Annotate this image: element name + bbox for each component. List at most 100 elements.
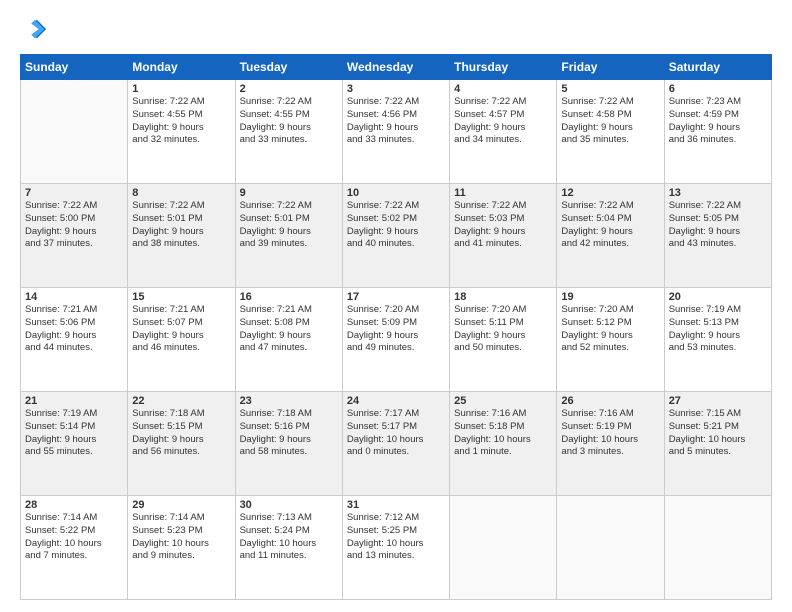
day-info: Sunrise: 7:22 AM Sunset: 5:04 PM Dayligh… xyxy=(561,200,659,251)
day-info: Sunrise: 7:22 AM Sunset: 4:57 PM Dayligh… xyxy=(454,96,552,147)
day-info: Sunrise: 7:21 AM Sunset: 5:08 PM Dayligh… xyxy=(240,304,338,355)
day-number: 12 xyxy=(561,187,659,199)
day-info: Sunrise: 7:21 AM Sunset: 5:06 PM Dayligh… xyxy=(25,304,123,355)
header xyxy=(20,16,772,44)
day-number: 8 xyxy=(132,187,230,199)
day-info: Sunrise: 7:22 AM Sunset: 5:03 PM Dayligh… xyxy=(454,200,552,251)
day-number: 30 xyxy=(240,499,338,511)
calendar-cell: 26Sunrise: 7:16 AM Sunset: 5:19 PM Dayli… xyxy=(557,392,664,496)
calendar-cell: 14Sunrise: 7:21 AM Sunset: 5:06 PM Dayli… xyxy=(21,288,128,392)
calendar-cell: 3Sunrise: 7:22 AM Sunset: 4:56 PM Daylig… xyxy=(342,80,449,184)
calendar-cell: 15Sunrise: 7:21 AM Sunset: 5:07 PM Dayli… xyxy=(128,288,235,392)
calendar-header-cell: Monday xyxy=(128,55,235,80)
calendar-cell: 23Sunrise: 7:18 AM Sunset: 5:16 PM Dayli… xyxy=(235,392,342,496)
calendar-cell xyxy=(450,496,557,600)
day-info: Sunrise: 7:14 AM Sunset: 5:23 PM Dayligh… xyxy=(132,512,230,563)
day-info: Sunrise: 7:22 AM Sunset: 5:01 PM Dayligh… xyxy=(132,200,230,251)
calendar-cell: 17Sunrise: 7:20 AM Sunset: 5:09 PM Dayli… xyxy=(342,288,449,392)
calendar-cell: 20Sunrise: 7:19 AM Sunset: 5:13 PM Dayli… xyxy=(664,288,771,392)
calendar-cell: 4Sunrise: 7:22 AM Sunset: 4:57 PM Daylig… xyxy=(450,80,557,184)
day-info: Sunrise: 7:14 AM Sunset: 5:22 PM Dayligh… xyxy=(25,512,123,563)
day-number: 26 xyxy=(561,395,659,407)
day-info: Sunrise: 7:18 AM Sunset: 5:15 PM Dayligh… xyxy=(132,408,230,459)
calendar-cell: 2Sunrise: 7:22 AM Sunset: 4:55 PM Daylig… xyxy=(235,80,342,184)
calendar-cell: 16Sunrise: 7:21 AM Sunset: 5:08 PM Dayli… xyxy=(235,288,342,392)
day-info: Sunrise: 7:16 AM Sunset: 5:19 PM Dayligh… xyxy=(561,408,659,459)
calendar-cell: 1Sunrise: 7:22 AM Sunset: 4:55 PM Daylig… xyxy=(128,80,235,184)
calendar-header-cell: Thursday xyxy=(450,55,557,80)
page: SundayMondayTuesdayWednesdayThursdayFrid… xyxy=(0,0,792,612)
day-number: 19 xyxy=(561,291,659,303)
calendar-header-cell: Wednesday xyxy=(342,55,449,80)
calendar-table: SundayMondayTuesdayWednesdayThursdayFrid… xyxy=(20,54,772,600)
day-number: 28 xyxy=(25,499,123,511)
day-info: Sunrise: 7:22 AM Sunset: 5:02 PM Dayligh… xyxy=(347,200,445,251)
calendar-cell: 10Sunrise: 7:22 AM Sunset: 5:02 PM Dayli… xyxy=(342,184,449,288)
day-number: 7 xyxy=(25,187,123,199)
day-number: 27 xyxy=(669,395,767,407)
calendar-header-row: SundayMondayTuesdayWednesdayThursdayFrid… xyxy=(21,55,772,80)
day-info: Sunrise: 7:13 AM Sunset: 5:24 PM Dayligh… xyxy=(240,512,338,563)
calendar-cell: 21Sunrise: 7:19 AM Sunset: 5:14 PM Dayli… xyxy=(21,392,128,496)
calendar-cell: 6Sunrise: 7:23 AM Sunset: 4:59 PM Daylig… xyxy=(664,80,771,184)
day-number: 10 xyxy=(347,187,445,199)
calendar-cell: 12Sunrise: 7:22 AM Sunset: 5:04 PM Dayli… xyxy=(557,184,664,288)
day-number: 15 xyxy=(132,291,230,303)
day-info: Sunrise: 7:20 AM Sunset: 5:09 PM Dayligh… xyxy=(347,304,445,355)
calendar-cell: 30Sunrise: 7:13 AM Sunset: 5:24 PM Dayli… xyxy=(235,496,342,600)
calendar-week-row: 14Sunrise: 7:21 AM Sunset: 5:06 PM Dayli… xyxy=(21,288,772,392)
calendar-header-cell: Sunday xyxy=(21,55,128,80)
calendar-week-row: 28Sunrise: 7:14 AM Sunset: 5:22 PM Dayli… xyxy=(21,496,772,600)
calendar-cell: 11Sunrise: 7:22 AM Sunset: 5:03 PM Dayli… xyxy=(450,184,557,288)
day-number: 1 xyxy=(132,83,230,95)
day-info: Sunrise: 7:19 AM Sunset: 5:13 PM Dayligh… xyxy=(669,304,767,355)
day-info: Sunrise: 7:20 AM Sunset: 5:12 PM Dayligh… xyxy=(561,304,659,355)
calendar-week-row: 7Sunrise: 7:22 AM Sunset: 5:00 PM Daylig… xyxy=(21,184,772,288)
calendar-cell: 27Sunrise: 7:15 AM Sunset: 5:21 PM Dayli… xyxy=(664,392,771,496)
calendar-header-cell: Saturday xyxy=(664,55,771,80)
calendar-cell: 19Sunrise: 7:20 AM Sunset: 5:12 PM Dayli… xyxy=(557,288,664,392)
day-number: 17 xyxy=(347,291,445,303)
calendar-header-cell: Tuesday xyxy=(235,55,342,80)
calendar-cell xyxy=(21,80,128,184)
calendar-cell: 29Sunrise: 7:14 AM Sunset: 5:23 PM Dayli… xyxy=(128,496,235,600)
day-number: 24 xyxy=(347,395,445,407)
day-number: 11 xyxy=(454,187,552,199)
calendar-cell: 5Sunrise: 7:22 AM Sunset: 4:58 PM Daylig… xyxy=(557,80,664,184)
calendar-cell: 31Sunrise: 7:12 AM Sunset: 5:25 PM Dayli… xyxy=(342,496,449,600)
calendar-cell xyxy=(557,496,664,600)
day-number: 18 xyxy=(454,291,552,303)
day-number: 25 xyxy=(454,395,552,407)
calendar-cell: 8Sunrise: 7:22 AM Sunset: 5:01 PM Daylig… xyxy=(128,184,235,288)
day-info: Sunrise: 7:12 AM Sunset: 5:25 PM Dayligh… xyxy=(347,512,445,563)
calendar-cell: 28Sunrise: 7:14 AM Sunset: 5:22 PM Dayli… xyxy=(21,496,128,600)
day-info: Sunrise: 7:23 AM Sunset: 4:59 PM Dayligh… xyxy=(669,96,767,147)
day-info: Sunrise: 7:22 AM Sunset: 4:58 PM Dayligh… xyxy=(561,96,659,147)
day-info: Sunrise: 7:22 AM Sunset: 5:00 PM Dayligh… xyxy=(25,200,123,251)
day-number: 16 xyxy=(240,291,338,303)
day-info: Sunrise: 7:15 AM Sunset: 5:21 PM Dayligh… xyxy=(669,408,767,459)
calendar-cell: 22Sunrise: 7:18 AM Sunset: 5:15 PM Dayli… xyxy=(128,392,235,496)
calendar-cell: 18Sunrise: 7:20 AM Sunset: 5:11 PM Dayli… xyxy=(450,288,557,392)
day-info: Sunrise: 7:19 AM Sunset: 5:14 PM Dayligh… xyxy=(25,408,123,459)
day-number: 13 xyxy=(669,187,767,199)
day-info: Sunrise: 7:18 AM Sunset: 5:16 PM Dayligh… xyxy=(240,408,338,459)
day-number: 31 xyxy=(347,499,445,511)
day-number: 3 xyxy=(347,83,445,95)
day-number: 5 xyxy=(561,83,659,95)
calendar-cell: 7Sunrise: 7:22 AM Sunset: 5:00 PM Daylig… xyxy=(21,184,128,288)
day-number: 6 xyxy=(669,83,767,95)
day-info: Sunrise: 7:21 AM Sunset: 5:07 PM Dayligh… xyxy=(132,304,230,355)
day-info: Sunrise: 7:22 AM Sunset: 5:05 PM Dayligh… xyxy=(669,200,767,251)
day-number: 23 xyxy=(240,395,338,407)
calendar-week-row: 21Sunrise: 7:19 AM Sunset: 5:14 PM Dayli… xyxy=(21,392,772,496)
day-number: 9 xyxy=(240,187,338,199)
day-number: 20 xyxy=(669,291,767,303)
day-info: Sunrise: 7:22 AM Sunset: 4:55 PM Dayligh… xyxy=(132,96,230,147)
logo-icon xyxy=(20,16,48,44)
logo xyxy=(20,16,52,44)
day-number: 21 xyxy=(25,395,123,407)
day-info: Sunrise: 7:22 AM Sunset: 4:56 PM Dayligh… xyxy=(347,96,445,147)
calendar-cell: 25Sunrise: 7:16 AM Sunset: 5:18 PM Dayli… xyxy=(450,392,557,496)
day-info: Sunrise: 7:17 AM Sunset: 5:17 PM Dayligh… xyxy=(347,408,445,459)
